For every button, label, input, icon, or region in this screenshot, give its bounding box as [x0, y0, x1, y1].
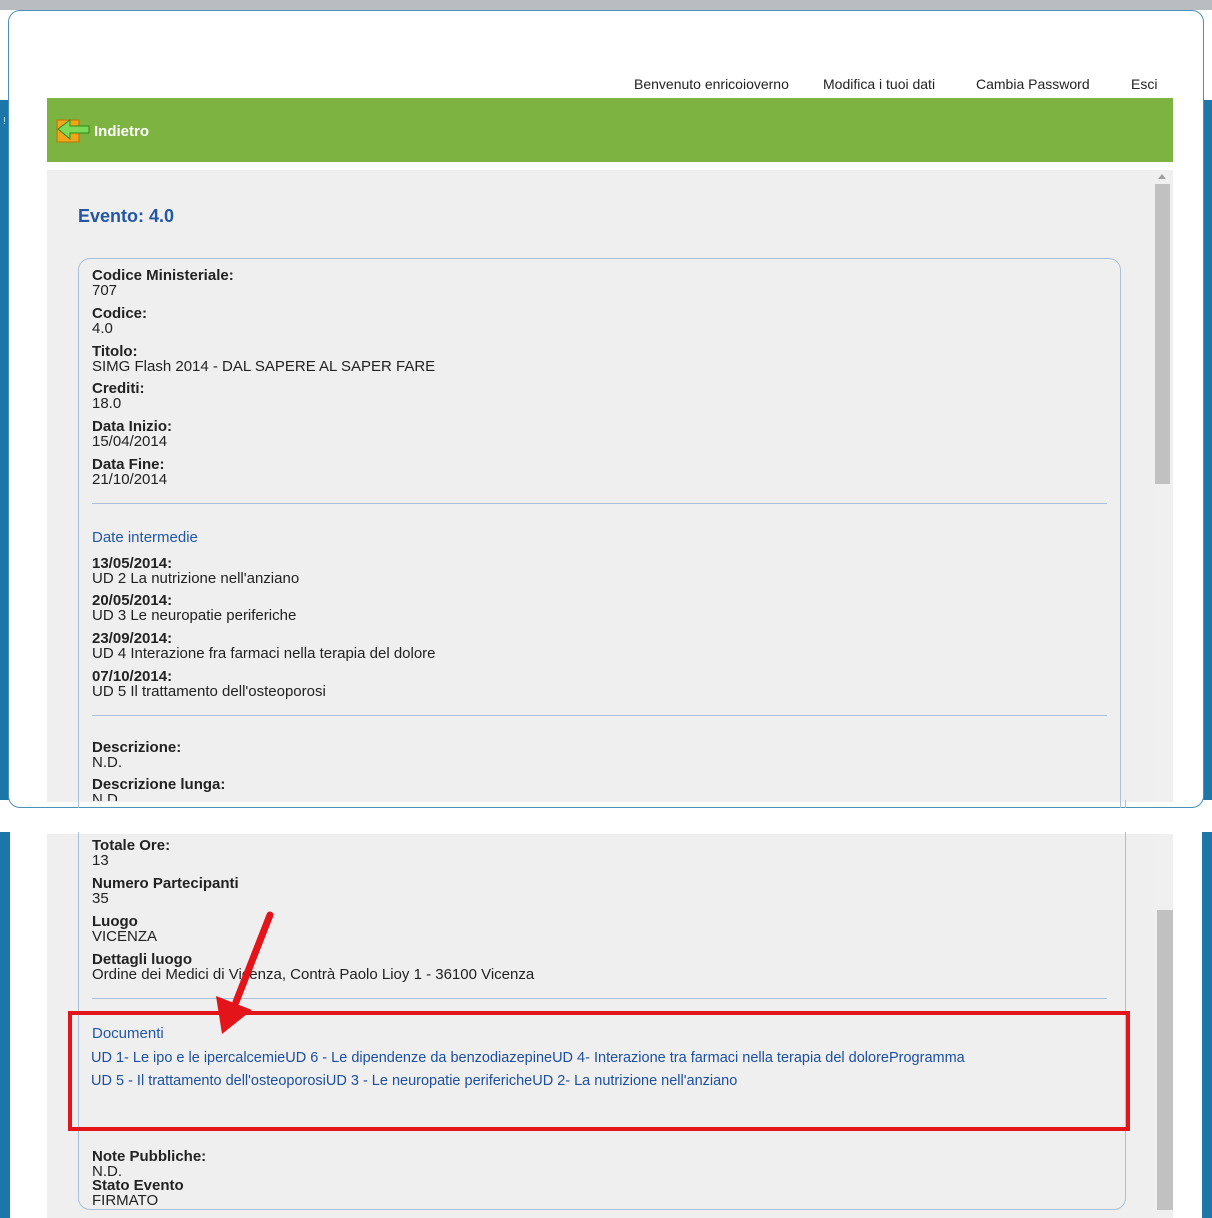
intermediate-date-item: 23/09/2014: UD 4 Interazione fra farmaci…: [92, 630, 436, 662]
logout-link[interactable]: Esci: [1131, 76, 1157, 92]
field-crediti: Crediti: 18.0: [92, 380, 145, 412]
scroll-up-icon[interactable]: [1157, 172, 1167, 180]
field-descrizione: Descrizione: N.D.: [92, 739, 182, 771]
scrollbar-thumb-bottom[interactable]: [1157, 910, 1173, 1210]
back-arrow-icon: [56, 119, 90, 143]
change-password-link[interactable]: Cambia Password: [976, 76, 1090, 92]
page-side-left-lower: [0, 832, 10, 1218]
field-luogo: Luogo VICENZA: [92, 913, 158, 945]
page-side-right-lower: [1202, 832, 1212, 1218]
annotation-arrow: [216, 911, 274, 1034]
field-numero-partecipanti: Numero Partecipanti 35: [92, 875, 239, 907]
side-glyph: !: [3, 116, 6, 127]
field-codice-ministeriale: Codice Ministeriale: 707: [92, 267, 234, 299]
divider: [92, 715, 1107, 716]
field-titolo: Titolo: SIMG Flash 2014 - DAL SAPERE AL …: [92, 343, 436, 375]
divider: [92, 503, 1107, 504]
page-side-right: [1203, 100, 1212, 800]
intermediate-date-item: 20/05/2014: UD 3 Le neuropatie periferic…: [92, 592, 297, 624]
field-dettagli-luogo: Dettagli luogo Ordine dei Medici di Vice…: [92, 951, 535, 983]
field-data-inizio: Data Inizio: 15/04/2014: [92, 418, 173, 450]
intermediate-dates-title: Date intermedie: [92, 529, 198, 546]
field-codice: Codice: 4.0: [92, 305, 148, 337]
intermediate-date-item: 07/10/2014: UD 5 Il trattamento dell'ost…: [92, 668, 326, 700]
edit-profile-link[interactable]: Modifica i tuoi dati: [823, 76, 935, 92]
welcome-text: Benvenuto enricoioverno: [634, 76, 789, 92]
back-label: Indietro: [94, 122, 149, 140]
browser-top-strip: [0, 0, 1212, 10]
field-descrizione-lunga: Descrizione lunga: N.D: [92, 777, 226, 801]
back-button[interactable]: Indietro: [56, 117, 149, 145]
scrollbar-thumb-top[interactable]: [1155, 184, 1170, 484]
toolbar: [47, 98, 1173, 162]
field-note-pubbliche: Note Pubbliche: N.D.: [92, 1148, 207, 1180]
intermediate-date-item: 13/05/2014: UD 2 La nutrizione nell'anzi…: [92, 555, 300, 587]
field-stato-evento: Stato Evento FIRMATO: [92, 1177, 184, 1209]
field-totale-ore: Totale Ore: 13: [92, 837, 171, 869]
screenshot-gap: [10, 808, 1202, 832]
event-title: Evento: 4.0: [78, 206, 175, 226]
field-data-fine: Data Fine: 21/10/2014: [92, 456, 168, 488]
event-details-card: [78, 258, 1121, 818]
